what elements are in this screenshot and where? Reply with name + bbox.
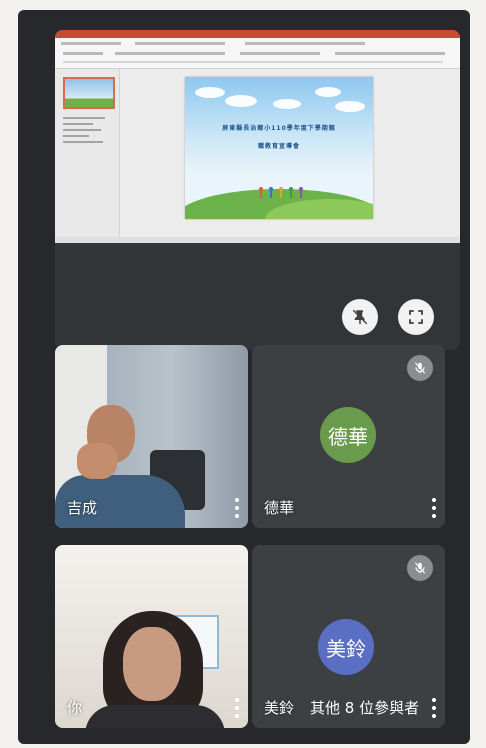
slide-thumbnail — [63, 77, 115, 109]
unpin-button[interactable] — [342, 299, 378, 335]
participant-tile[interactable]: 吉成 — [55, 345, 248, 528]
ppt-status-bar — [55, 237, 460, 243]
participant-name: 德華 — [264, 499, 295, 517]
participant-video — [123, 627, 181, 701]
meeting-screen: 屏東縣長治鄉小110學年度下學期親 職教育宣導會 吉成 德華 德華 你 美鈴 美… — [18, 10, 470, 744]
unpin-icon — [352, 309, 368, 325]
other-participants-label[interactable]: 其他 8 位參與者 — [310, 697, 419, 718]
participant-tile[interactable]: 德華 德華 — [252, 345, 445, 528]
more-options-button[interactable] — [431, 698, 437, 718]
fullscreen-icon — [409, 310, 423, 324]
mic-off-icon — [407, 355, 433, 381]
shared-screen: 屏東縣長治鄉小110學年度下學期親 職教育宣導會 — [55, 30, 460, 243]
more-options-button[interactable] — [431, 498, 437, 518]
participant-name: 美鈴 — [264, 699, 295, 717]
mic-off-icon — [407, 555, 433, 581]
slide-title-line1: 屏東縣長治鄉小110學年度下學期親 — [222, 125, 336, 132]
slide-title-line2: 職教育宣導會 — [257, 143, 300, 150]
participant-name: 你 — [67, 699, 83, 717]
more-options-button[interactable] — [234, 498, 240, 518]
participant-name: 吉成 — [67, 499, 98, 517]
fullscreen-button[interactable] — [398, 299, 434, 335]
slide-thumbnails — [55, 69, 120, 239]
avatar: 美鈴 — [318, 619, 374, 675]
self-video-tile[interactable]: 你 — [55, 545, 248, 728]
avatar: 德華 — [320, 407, 376, 463]
participant-tile[interactable]: 美鈴 美鈴 其他 8 位參與者 — [252, 545, 445, 728]
presentation-tile[interactable]: 屏東縣長治鄉小110學年度下學期親 職教育宣導會 — [55, 30, 460, 350]
slide-canvas: 屏東縣長治鄉小110學年度下學期親 職教育宣導會 — [185, 77, 373, 219]
more-options-button[interactable] — [234, 698, 240, 718]
ppt-ribbon — [55, 38, 460, 69]
ppt-title-bar — [55, 30, 460, 38]
children-illustration — [259, 187, 303, 198]
